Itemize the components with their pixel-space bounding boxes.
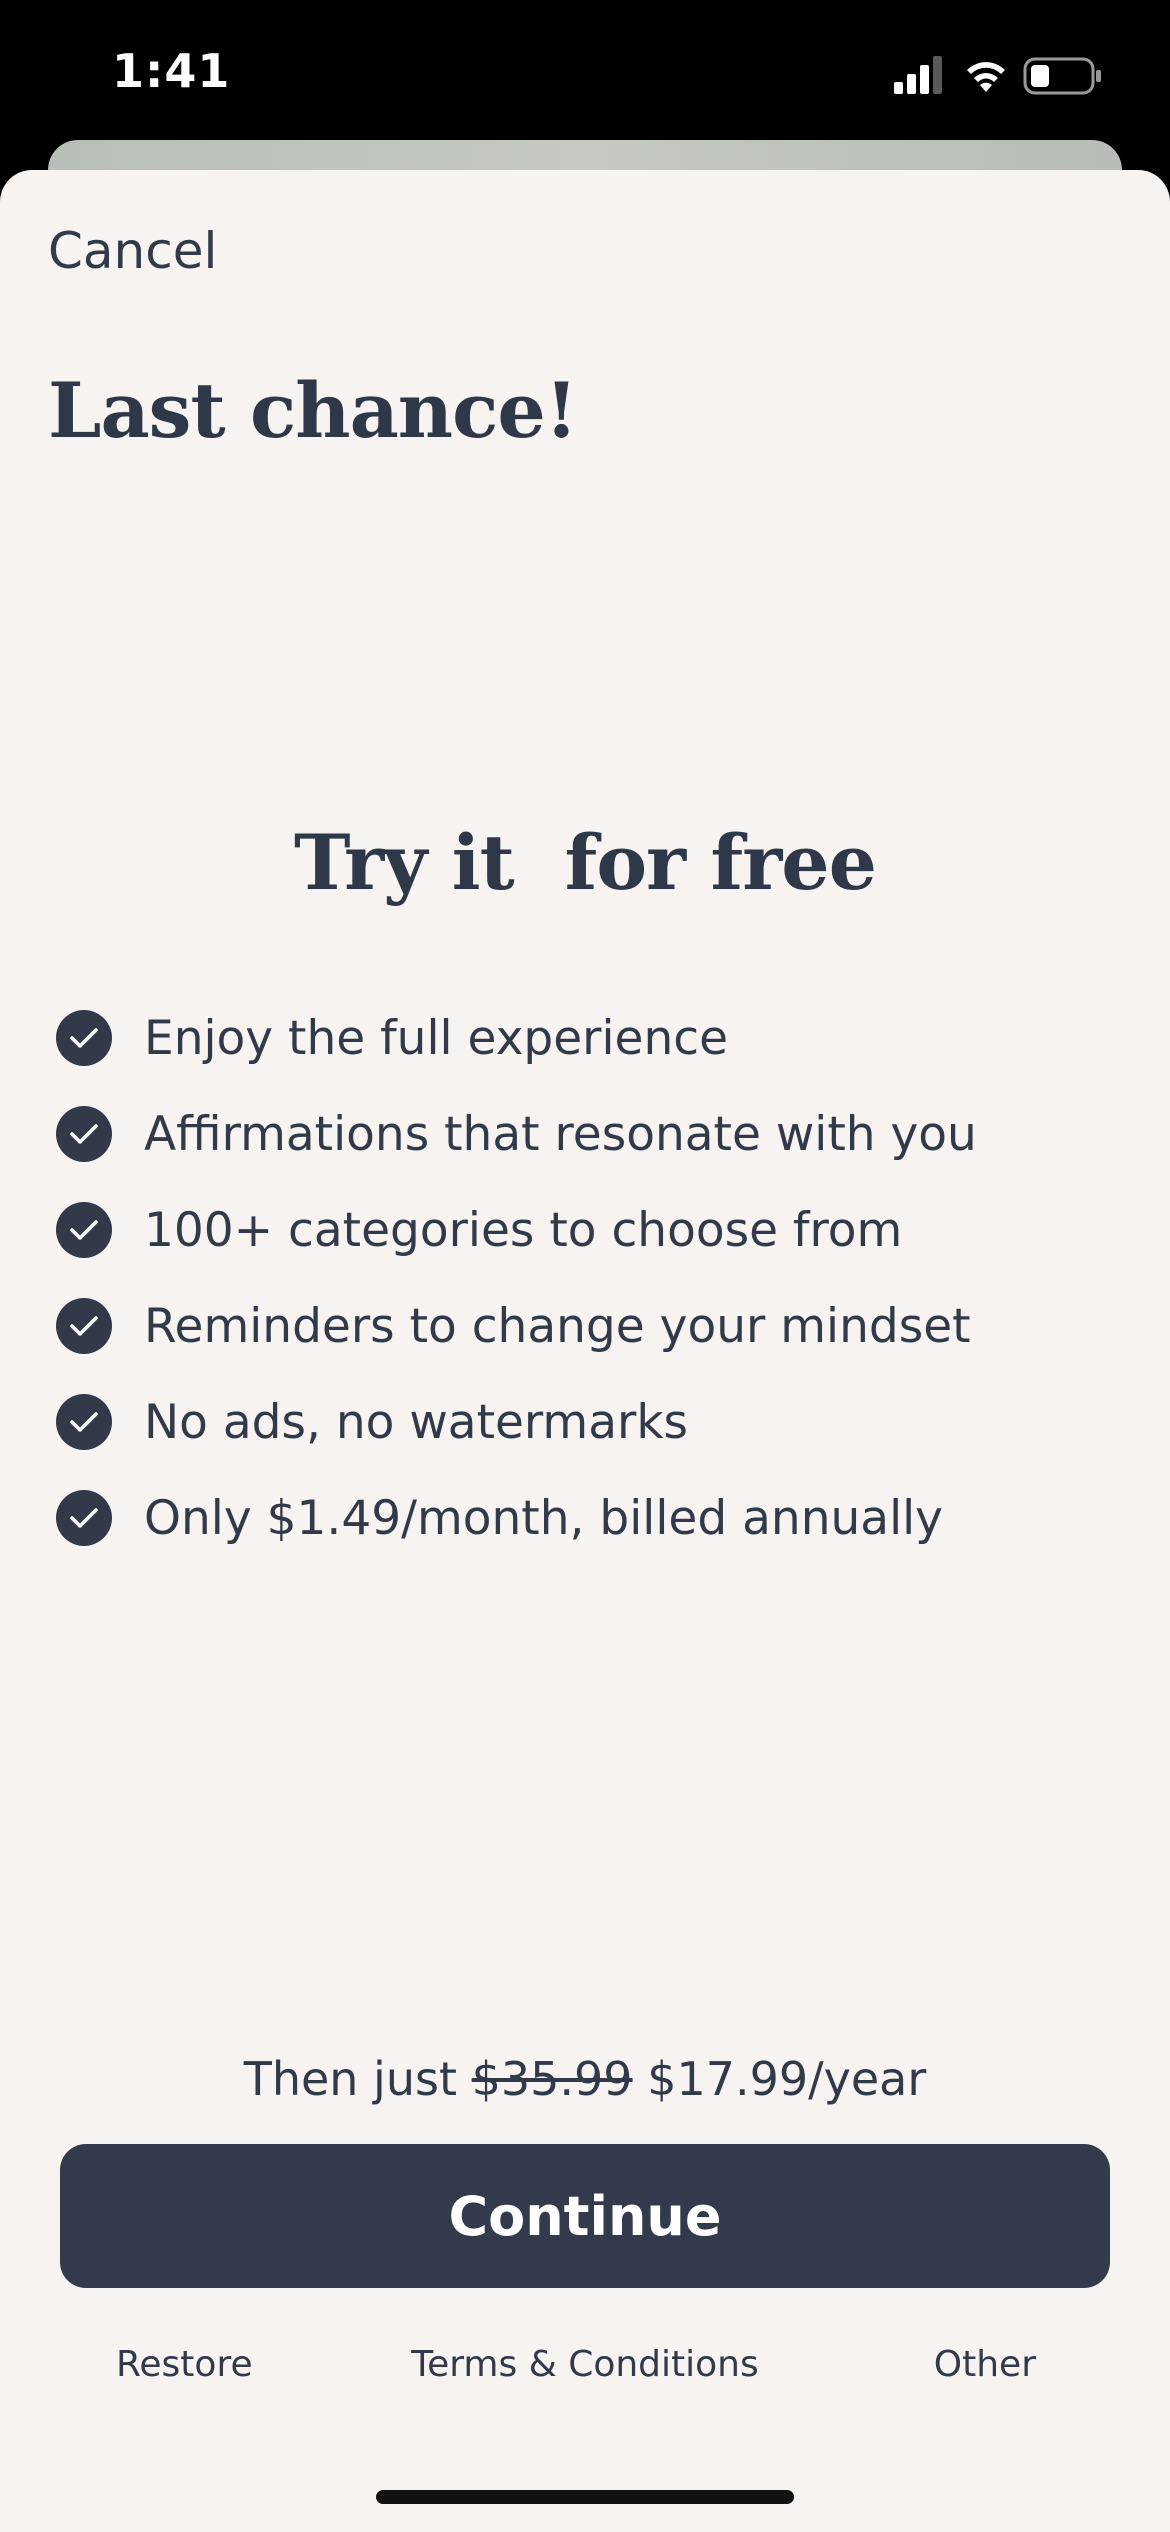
feature-text: 100+ categories to choose from bbox=[144, 1202, 903, 1258]
feature-item: Affirmations that resonate with you bbox=[56, 1086, 977, 1182]
feature-item: Enjoy the full experience bbox=[56, 990, 977, 1086]
feature-text: No ads, no watermarks bbox=[144, 1394, 689, 1450]
discounted-price: $17.99/year bbox=[632, 2052, 927, 2106]
cellular-signal-icon bbox=[894, 56, 942, 94]
check-circle-icon bbox=[56, 1106, 112, 1162]
other-link[interactable]: Other bbox=[934, 2344, 1036, 2385]
feature-item: 100+ categories to choose from bbox=[56, 1182, 977, 1278]
feature-text: Only $1.49/month, billed annually bbox=[144, 1490, 943, 1546]
feature-list: Enjoy the full experience Affirmations t… bbox=[56, 990, 977, 1566]
wifi-icon bbox=[967, 62, 1005, 92]
check-circle-icon bbox=[56, 1490, 112, 1546]
feature-item: No ads, no watermarks bbox=[56, 1374, 977, 1470]
status-icons bbox=[894, 54, 1114, 98]
check-circle-icon bbox=[56, 1010, 112, 1066]
cancel-button[interactable]: Cancel bbox=[48, 222, 217, 280]
feature-text: Reminders to change your mindset bbox=[144, 1298, 971, 1354]
page-title: Last chance! bbox=[48, 366, 578, 455]
status-time: 1:41 bbox=[112, 44, 231, 98]
feature-item: Reminders to change your mindset bbox=[56, 1278, 977, 1374]
feature-text: Affirmations that resonate with you bbox=[144, 1106, 977, 1162]
check-circle-icon bbox=[56, 1298, 112, 1354]
offer-subtitle: Try it for free bbox=[294, 818, 877, 907]
feature-text: Enjoy the full experience bbox=[144, 1010, 729, 1066]
feature-item: Only $1.49/month, billed annually bbox=[56, 1470, 977, 1566]
status-bar: 1:41 bbox=[0, 0, 1170, 150]
continue-button[interactable]: Continue bbox=[60, 2144, 1110, 2288]
original-price: $35.99 bbox=[471, 2052, 633, 2106]
check-circle-icon bbox=[56, 1394, 112, 1450]
check-circle-icon bbox=[56, 1202, 112, 1258]
battery-icon bbox=[1023, 57, 1101, 95]
home-indicator[interactable] bbox=[376, 2490, 794, 2504]
price-line: Then just $35.99 $17.99/year bbox=[0, 2052, 1170, 2106]
price-prefix: Then just bbox=[243, 2052, 472, 2106]
terms-link-label[interactable]: Terms & Conditions bbox=[411, 2344, 759, 2385]
